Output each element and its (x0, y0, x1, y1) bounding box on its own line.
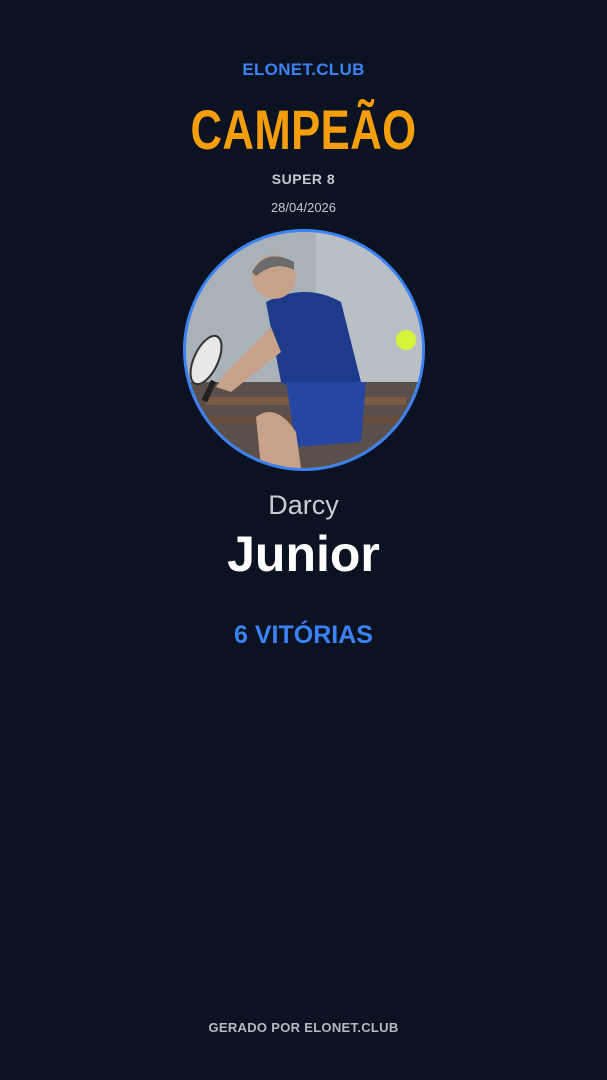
player-photo-image (186, 232, 422, 468)
champion-title: CAMPEÃO (190, 98, 417, 161)
footer-credit: GERADO POR ELONET.CLUB (208, 1020, 399, 1035)
brand-label: ELONET.CLUB (242, 60, 365, 79)
wins-count: 6 VITÓRIAS (234, 621, 373, 649)
champion-card: ELONET.CLUB CAMPEÃO SUPER 8 28/04/2026 D… (0, 0, 607, 1080)
event-name: SUPER 8 (271, 171, 336, 187)
player-photo (183, 229, 425, 471)
event-date: 28/04/2026 (270, 200, 337, 215)
player-first-name: Darcy (268, 490, 339, 520)
player-last-name: Junior (227, 526, 380, 582)
